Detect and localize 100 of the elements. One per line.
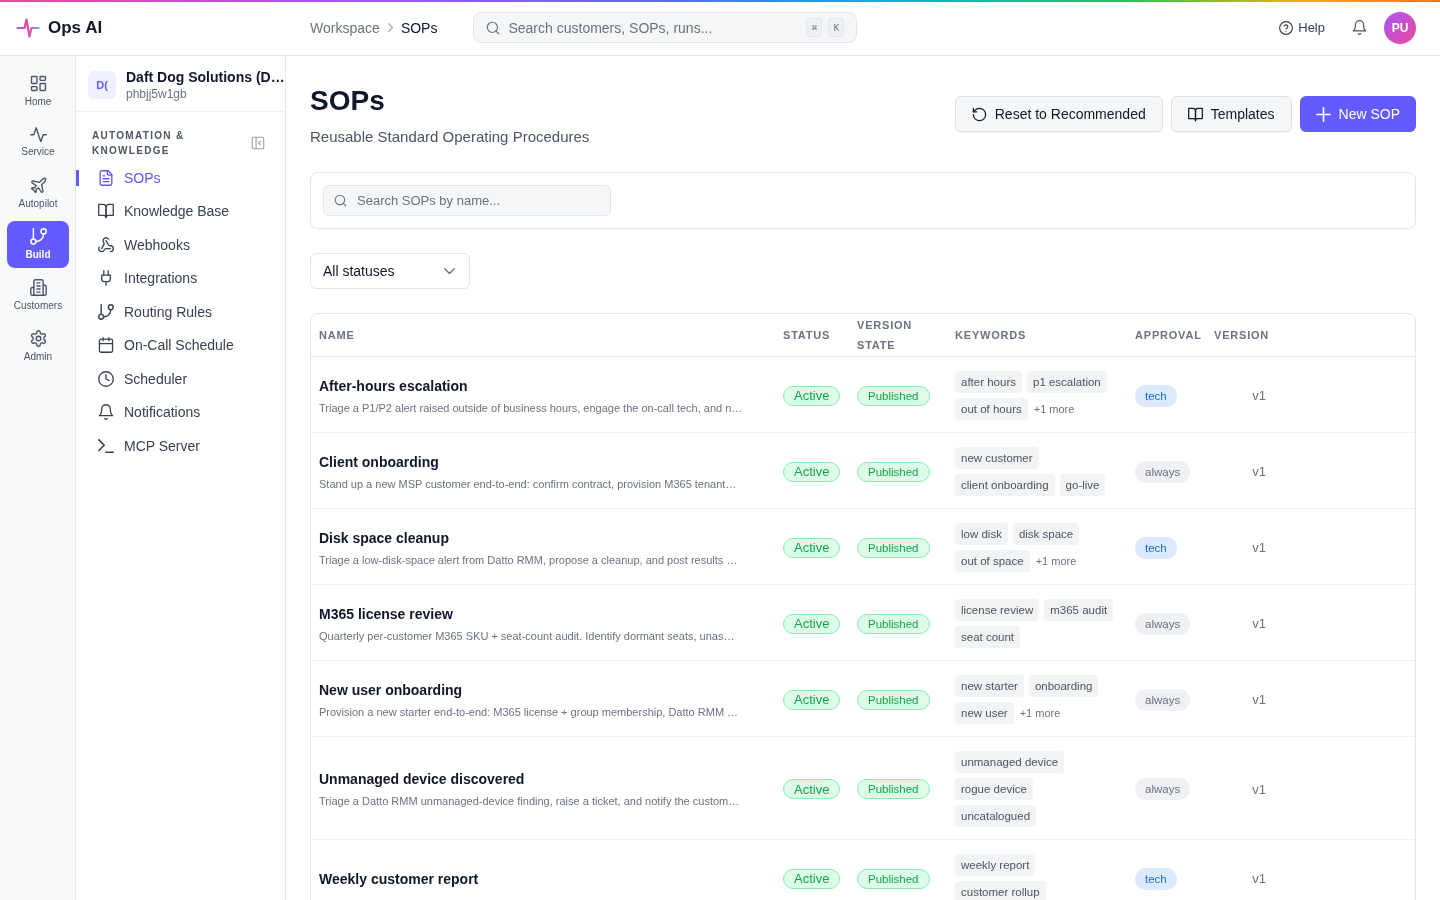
sop-name: M365 license review: [319, 604, 454, 624]
keyword-tag: client onboarding: [955, 474, 1055, 496]
nav-item[interactable]: Routing Rules: [76, 295, 285, 329]
keyword-tag: rogue device: [955, 778, 1033, 800]
column-header: NAME: [319, 329, 355, 341]
sop-description: Triage a low-disk-space alert from Datto RMM, propose a cleanup, and post results …: [319, 552, 739, 568]
search-icon: [334, 194, 347, 207]
column-header: VERSION STATE: [857, 319, 913, 351]
help-button[interactable]: Help: [1279, 20, 1325, 35]
approval-pill: tech: [1135, 867, 1177, 890]
rotate-icon: [971, 106, 987, 122]
new-sop-button[interactable]: New SOP: [1299, 96, 1416, 132]
book-icon: [1187, 106, 1203, 122]
rail-item[interactable]: Service: [7, 119, 69, 166]
version-label: v1: [1252, 871, 1266, 886]
keyword-tag: license review: [955, 599, 1040, 621]
rail-item[interactable]: Build: [7, 221, 69, 268]
version-state-pill: Published: [857, 385, 930, 406]
more-count: +1 more: [1032, 402, 1075, 417]
keyword-tag: weekly report: [955, 854, 1036, 876]
keyword-tag: after hours: [955, 371, 1022, 393]
clock-icon: [98, 370, 114, 387]
book-icon: [98, 203, 114, 220]
keyword-tag: disk space: [1012, 523, 1080, 545]
chevron-down-icon: [444, 267, 455, 275]
rail-item[interactable]: Autopilot: [7, 170, 69, 217]
nav-item[interactable]: Scheduler: [76, 362, 285, 396]
reset-button[interactable]: Reset to Recommended: [954, 96, 1163, 132]
keyword-tag: out of hours: [955, 398, 1028, 420]
version-state-pill: Published: [857, 779, 930, 799]
help-icon: [1279, 20, 1294, 35]
version-state-pill: Published: [857, 537, 930, 558]
plane-icon: [29, 177, 47, 194]
breadcrumb-link[interactable]: Workspace: [310, 19, 380, 36]
column-header: KEYWORDS: [955, 329, 1027, 341]
status-pill: Active: [783, 613, 841, 634]
document-icon: [98, 169, 114, 186]
keyword-tag: unmanaged device: [955, 751, 1065, 773]
terminal-icon: [98, 438, 114, 453]
status-pill: Active: [783, 537, 841, 558]
keyword-tag: low disk: [955, 523, 1008, 545]
keyword-tag: out of space: [955, 550, 1030, 572]
nav-item[interactable]: Webhooks: [76, 228, 285, 262]
keyword-tag: new user: [955, 702, 1014, 724]
shortcut-key: K: [828, 18, 845, 37]
nav-item[interactable]: SOPs: [76, 161, 285, 195]
sop-name: New user onboarding: [319, 680, 464, 700]
version-label: v1: [1252, 464, 1266, 479]
status-dropdown[interactable]: All statuses: [310, 253, 470, 289]
workspace-name: Daft Dog Solutions (D…: [126, 67, 285, 86]
version-label: v1: [1252, 540, 1266, 555]
sop-name: Unmanaged device discovered: [319, 770, 526, 789]
sop-name: Disk space cleanup: [319, 528, 450, 548]
sop-search-field[interactable]: Search SOPs by name...: [323, 185, 611, 216]
column-header: APPROVAL: [1135, 329, 1202, 341]
rail-item[interactable]: Home: [7, 68, 69, 115]
nav-item[interactable]: MCP Server: [76, 429, 285, 463]
user-avatar[interactable]: PU: [1384, 11, 1416, 44]
webhook-icon: [98, 236, 114, 253]
sop-description: Triage a Datto RMM unmanaged-device finding, raise a ticket, and notify the custom…: [319, 794, 741, 809]
version-label: v1: [1252, 692, 1266, 707]
version-state-pill: Published: [857, 689, 930, 710]
nav-item[interactable]: Integrations: [76, 261, 285, 295]
nav-item[interactable]: Knowledge Base: [76, 194, 285, 228]
sop-description: Quarterly per-customer M365 SKU + seat-count audit. Identify dormant seats, unas…: [319, 628, 736, 644]
keyword-tag: new starter: [955, 675, 1024, 697]
building-icon: [29, 279, 47, 296]
breadcrumb-current: SOPs: [400, 19, 438, 36]
sop-name: Client onboarding: [319, 452, 440, 472]
plug-icon: [98, 270, 114, 287]
nav-item[interactable]: On-Call Schedule: [76, 328, 285, 362]
search-icon: [486, 20, 501, 35]
keyword-tag: go-live: [1059, 474, 1106, 496]
page-title: SOPs: [310, 84, 386, 118]
sop-description: Provision a new starter end-to-end: M365 license + group membership, Datto RMM …: [319, 704, 740, 720]
workspace-badge: D(: [88, 70, 116, 99]
templates-button[interactable]: Templates: [1170, 96, 1292, 132]
bell-icon[interactable]: [1352, 20, 1367, 35]
more-count: +1 more: [1034, 554, 1077, 569]
version-state-pill: Published: [857, 613, 930, 634]
app-name: Ops AI: [48, 17, 103, 38]
version-state-pill: Published: [857, 461, 930, 482]
bell-icon: [98, 404, 114, 421]
rail-item[interactable]: Admin: [7, 323, 69, 370]
approval-pill: always: [1135, 688, 1191, 711]
rail-item[interactable]: Customers: [7, 272, 69, 319]
version-label: v1: [1252, 616, 1266, 631]
status-pill: Active: [783, 385, 841, 406]
status-pill: Active: [783, 461, 841, 482]
version-label: v1: [1252, 781, 1266, 797]
approval-pill: always: [1135, 612, 1191, 635]
sop-description: Stand up a new MSP customer end-to-end: confirm contract, provision M365 tenant…: [319, 476, 738, 492]
keyword-tag: onboarding: [1028, 675, 1099, 697]
workspace-id: phbjj5w1gb: [126, 85, 188, 102]
approval-pill: tech: [1135, 384, 1177, 407]
dashboard-icon: [29, 75, 47, 92]
nav-item[interactable]: Notifications: [76, 395, 285, 429]
approval-pill: tech: [1135, 536, 1177, 559]
approval-pill: always: [1135, 460, 1191, 483]
sop-name: After-hours escalation: [319, 376, 469, 396]
